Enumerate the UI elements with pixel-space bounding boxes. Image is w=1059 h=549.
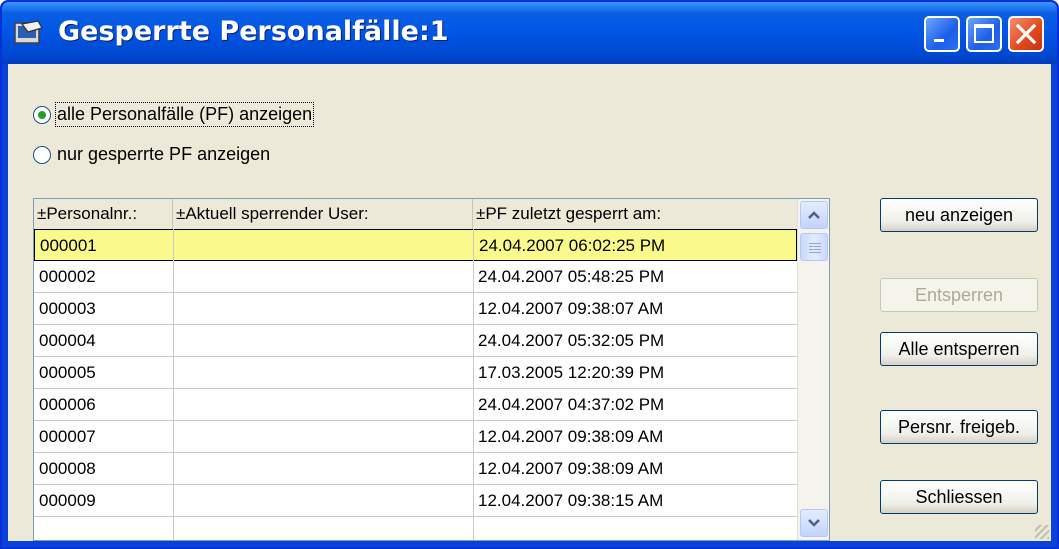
release-persnr-button[interactable]: Persnr. freigeb. [880, 410, 1038, 444]
chevron-down-icon [808, 519, 820, 527]
column-divider [173, 229, 174, 540]
minimize-button[interactable] [924, 16, 960, 52]
resize-grip[interactable] [1035, 525, 1049, 539]
cell-personalnr: 000005 [39, 363, 96, 382]
radio-label-locked: nur gesperrte PF anzeigen [57, 144, 271, 164]
scroll-thumb[interactable] [800, 233, 828, 261]
radio-button[interactable] [33, 105, 51, 124]
table-row[interactable]: 000004 24.04.2007 05:32:05 PM [34, 325, 797, 357]
table-row[interactable]: 000009 12.04.2007 09:38:15 AM [34, 485, 797, 517]
cell-personalnr: 000006 [39, 395, 96, 414]
cell-personalnr: 000001 [40, 236, 97, 255]
column-header-personalnr[interactable]: ±Personalnr.: [34, 199, 173, 229]
radio-button[interactable] [33, 145, 51, 164]
close-dialog-button[interactable]: Schliessen [880, 480, 1038, 514]
cell-user [174, 230, 179, 261]
minimize-icon [934, 39, 944, 42]
window-title: Gesperrte Personalfälle:1 [58, 16, 449, 47]
unlock-all-button[interactable]: Alle entsperren [880, 332, 1038, 366]
cell-personalnr: 000004 [39, 331, 96, 350]
cell-locked-at: 24.04.2007 05:48:25 PM [478, 267, 665, 286]
dialog-window: Gesperrte Personalfälle:1 alle Personalf… [0, 0, 1059, 549]
cell-locked-at: 24.04.2007 06:02:25 PM [479, 236, 666, 255]
vertical-scrollbar[interactable] [797, 199, 829, 540]
table-row[interactable]: 000006 24.04.2007 04:37:02 PM [34, 389, 797, 421]
thumb-grip [809, 252, 821, 253]
table-row[interactable]: 000002 24.04.2007 05:48:25 PM [34, 261, 797, 293]
cell-locked-at: 12.04.2007 09:38:15 AM [478, 491, 664, 510]
cell-personalnr: 000002 [39, 267, 96, 286]
app-icon [14, 20, 43, 44]
table-row[interactable]: 000007 12.04.2007 09:38:09 AM [34, 421, 797, 453]
close-button[interactable] [1008, 16, 1044, 52]
maximize-icon [974, 24, 994, 43]
cell-personalnr: 000008 [39, 459, 96, 478]
dialog-body: alle Personalfälle (PF) anzeigen nur ges… [8, 64, 1051, 541]
cell-personalnr: 000009 [39, 491, 96, 510]
unlock-button[interactable]: Entsperren [880, 278, 1038, 312]
cell-locked-at: 12.04.2007 09:38:09 AM [478, 459, 664, 478]
cell-locked-at: 24.04.2007 05:32:05 PM [478, 331, 665, 350]
scroll-up-button[interactable] [800, 201, 828, 229]
thumb-grip [809, 243, 821, 244]
column-header-locked-at[interactable]: ±PF zuletzt gesperrt am: [473, 199, 797, 229]
cell-locked-at: 17.03.2005 12:20:39 PM [478, 363, 665, 382]
thumb-grip [809, 249, 821, 250]
table-row[interactable]: 000001 24.04.2007 06:02:25 PM [34, 229, 797, 261]
locked-cases-table[interactable]: ±Personalnr.: ±Aktuell sperrender User: … [33, 198, 830, 541]
chevron-up-icon [808, 211, 820, 219]
radio-label-all: alle Personalfälle (PF) anzeigen [54, 102, 315, 127]
table-header: ±Personalnr.: ±Aktuell sperrender User: … [34, 199, 797, 230]
table-row[interactable]: 000005 17.03.2005 12:20:39 PM [34, 357, 797, 389]
cell-locked-at: 12.04.2007 09:38:09 AM [478, 427, 664, 446]
close-icon [1015, 23, 1037, 45]
cell-personalnr: 000007 [39, 427, 96, 446]
table-row[interactable]: 000003 12.04.2007 09:38:07 AM [34, 293, 797, 325]
column-divider [473, 229, 474, 540]
thumb-grip [809, 246, 821, 247]
cell-personalnr: 000003 [39, 299, 96, 318]
cell-locked-at: 24.04.2007 04:37:02 PM [478, 395, 665, 414]
radio-all-cases[interactable]: alle Personalfälle (PF) anzeigen [33, 102, 315, 127]
refresh-button[interactable]: neu anzeigen [880, 198, 1038, 232]
table-row[interactable]: 000008 12.04.2007 09:38:09 AM [34, 453, 797, 485]
maximize-button[interactable] [966, 16, 1002, 52]
scroll-down-button[interactable] [800, 509, 828, 537]
cell-locked-at: 12.04.2007 09:38:07 AM [478, 299, 664, 318]
column-header-user[interactable]: ±Aktuell sperrender User: [173, 199, 473, 229]
title-bar[interactable]: Gesperrte Personalfälle:1 [2, 2, 1057, 64]
radio-locked-only[interactable]: nur gesperrte PF anzeigen [33, 144, 270, 165]
radio-selected-dot [38, 110, 46, 119]
